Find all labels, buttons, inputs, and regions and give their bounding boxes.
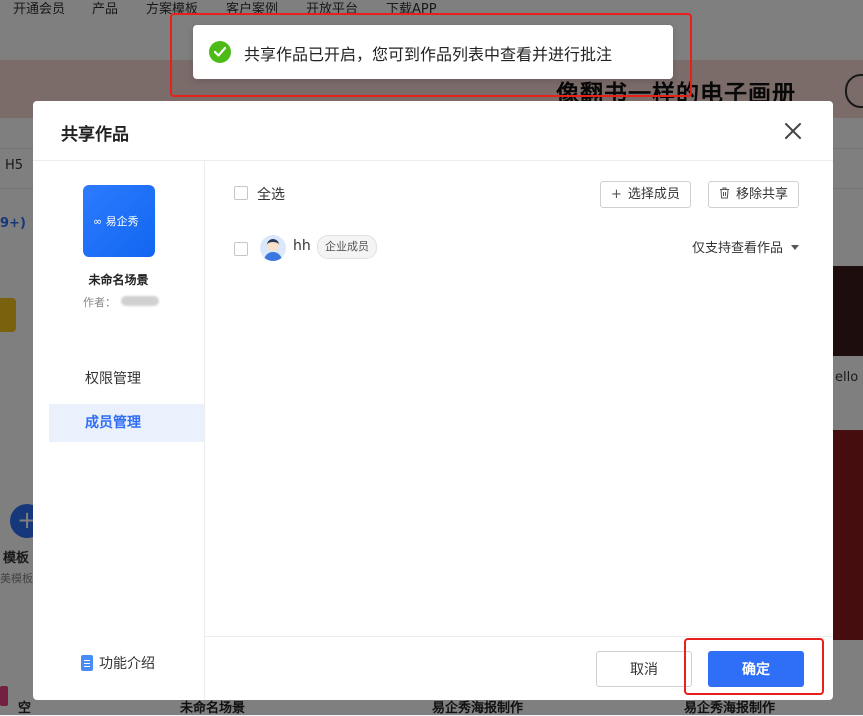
highlight-box-confirm [684, 638, 824, 695]
logo-text: ∞ 易企秀 [93, 215, 139, 228]
member-checkbox[interactable] [234, 242, 248, 256]
author-name-redacted [121, 296, 159, 306]
work-thumbnail: ∞ 易企秀 [83, 185, 155, 257]
highlight-box-toast [170, 13, 692, 97]
cancel-button[interactable]: 取消 [596, 651, 692, 687]
document-icon [81, 655, 93, 671]
dialog-title: 共享作品 [61, 125, 129, 145]
work-author-label: 作者： [83, 296, 116, 309]
member-role-badge: 企业成员 [317, 235, 377, 259]
dialog-header: 共享作品 [33, 101, 833, 161]
work-name: 未命名场景 [88, 273, 149, 287]
select-all-label: 全选 [257, 187, 285, 203]
share-work-dialog: 共享作品 ∞ 易企秀 未命名场景 作者： 权限管理 成员管理 功能介绍 全选 +… [33, 101, 833, 700]
select-all-checkbox[interactable] [234, 186, 248, 200]
plus-icon: + [611, 187, 622, 202]
caret-down-icon [791, 245, 800, 250]
feature-intro-label: 功能介绍 [99, 656, 155, 672]
menu-item-permissions[interactable]: 权限管理 [49, 360, 204, 398]
feature-intro-link[interactable]: 功能介绍 [81, 653, 155, 673]
permission-select[interactable]: 仅支持查看作品 [692, 237, 800, 256]
dialog-sidebar: ∞ 易企秀 未命名场景 作者： 权限管理 成员管理 功能介绍 [33, 161, 205, 700]
select-members-button[interactable]: + 选择成员 [600, 181, 691, 208]
remove-share-button[interactable]: 移除共享 [708, 181, 800, 208]
menu-item-members[interactable]: 成员管理 [49, 404, 204, 442]
trash-icon [719, 182, 730, 207]
close-icon[interactable] [781, 119, 805, 143]
member-panel: 全选 + 选择成员 移除共享 hh 企业成员 仅支持查看作品 [205, 161, 833, 636]
avatar [260, 235, 286, 261]
member-name: hh [293, 238, 311, 254]
